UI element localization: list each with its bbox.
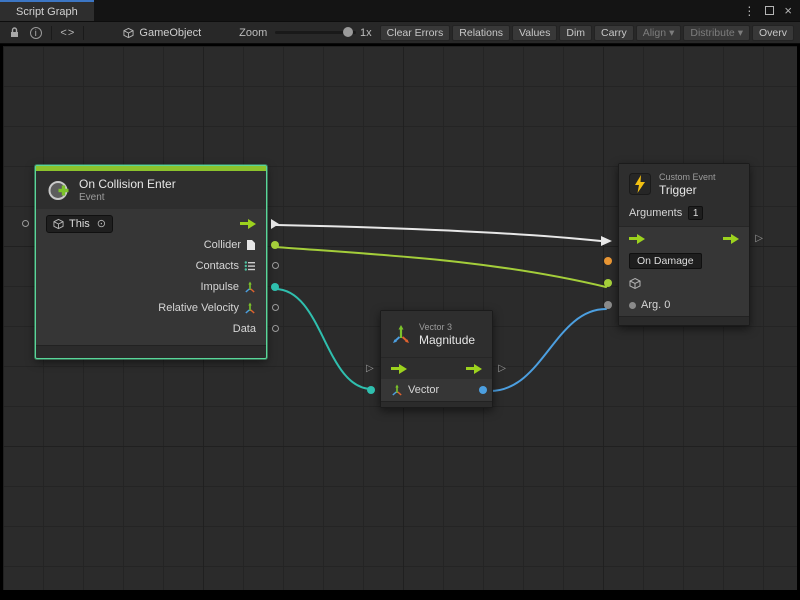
distribute-button[interactable]: Distribute ▾ [683,25,750,41]
gameobject-label: GameObject [139,27,201,39]
event-plus-icon [46,178,71,203]
wire-magnitude-blue[interactable] [490,309,606,391]
flow-in-arrow-icon [629,234,645,244]
port-flow-out[interactable]: ▷ [498,363,506,374]
vector-input-label: Vector [408,384,439,396]
tab-script-graph[interactable]: Script Graph [0,0,94,21]
graph-toolbar: i <> GameObject Zoom 1x Clear Errors Rel… [0,22,800,44]
arguments-label: Arguments [629,207,682,219]
target-value: This [69,218,90,230]
node-on-collision-enter[interactable]: On Collision Enter Event This ⊙ [35,165,267,359]
target-dropdown[interactable]: This ⊙ [46,215,113,233]
lock-button[interactable] [4,24,25,42]
port-magnitude-out[interactable] [479,386,487,394]
edit-script-button[interactable]: <> [57,24,78,42]
tab-bar: Script Graph ⋮ × [0,0,800,22]
port-impulse-out[interactable] [271,283,279,291]
port-target-in[interactable] [22,220,29,227]
chevron-down-icon: ▾ [669,27,674,39]
close-icon[interactable]: × [784,3,792,18]
node-magnitude[interactable]: Vector 3 Magnitude ▷ ▷ Vector [380,310,493,408]
code-icon: <> [60,27,75,39]
overview-button[interactable]: Overv [752,25,794,41]
port-flow-in[interactable]: ▷ [366,363,374,374]
dim-button[interactable]: Dim [559,25,592,41]
port-flow-out[interactable]: ▷ [755,233,763,244]
toolbar-separator [51,26,52,40]
tab-title: Script Graph [16,6,78,18]
tab-bar-spacer [94,0,736,21]
gameobject-cube-icon [629,277,641,290]
node-title: On Collision Enter [79,177,176,191]
collider-doc-icon [246,239,256,251]
arg0-label: Arg. 0 [641,299,670,311]
flow-out-arrow-icon [240,219,256,229]
port-flow-out[interactable] [271,219,279,229]
wire-collider-green[interactable] [275,247,606,287]
flow-out-arrow-icon [466,364,482,374]
wire-flow-arrowhead [601,236,612,246]
chevron-down-icon: ▾ [738,27,743,39]
graph-canvas[interactable]: On Collision Enter Event This ⊙ [0,44,800,600]
values-button[interactable]: Values [512,25,557,41]
align-button[interactable]: Align ▾ [636,25,682,41]
wire-impulse-teal[interactable] [275,289,372,389]
window-menu-icon[interactable]: ⋮ [743,4,755,18]
vector3-icon [244,302,256,314]
vector3-icon [391,384,403,396]
zoom-slider-handle[interactable] [343,27,353,37]
unity-window: Script Graph ⋮ × i <> GameObject [0,0,800,600]
port-relative-velocity-out[interactable] [272,304,279,311]
port-contacts-out[interactable] [272,262,279,269]
wire-flow-white[interactable] [276,225,601,241]
node-trigger-custom-event[interactable]: Custom Event Trigger Arguments 1 ▷ On Da… [618,163,750,326]
lock-icon [8,26,21,39]
node-footer [36,345,266,358]
port-target-in[interactable] [604,279,612,287]
maximize-icon[interactable] [765,6,774,15]
zoom-label: Zoom [239,27,267,39]
node-category: Custom Event [659,172,716,182]
info-button[interactable]: i [25,24,46,42]
zoom-value: 1x [360,27,372,39]
gameobject-icon [123,27,134,39]
carry-button[interactable]: Carry [594,25,634,41]
vector3-icon [244,281,256,293]
event-name-field[interactable]: On Damage [629,253,702,269]
flow-out-arrow-icon [723,234,739,244]
gameobject-selector[interactable]: GameObject [123,27,201,39]
gameobject-cube-icon [53,218,64,230]
port-data-out[interactable] [272,325,279,332]
custom-event-bolt-icon [629,173,651,195]
flow-in-arrow-icon [391,364,407,374]
zoom-slider[interactable] [275,31,356,34]
toolbar-separator [83,26,84,40]
node-title: Magnitude [419,333,475,347]
node-footer [619,316,749,325]
info-icon: i [30,27,42,39]
port-collider-out[interactable] [271,241,279,249]
clear-errors-button[interactable]: Clear Errors [380,25,451,41]
port-event-name-in[interactable] [604,257,612,265]
arg0-type-icon [629,302,636,309]
arguments-count-field[interactable]: 1 [688,206,703,220]
node-subtitle: Event [79,192,176,203]
relations-button[interactable]: Relations [452,25,510,41]
vector3-icon [391,324,411,344]
node-title: Trigger [659,183,716,197]
contacts-list-icon [244,260,256,272]
node-footer [381,401,492,407]
object-picker-icon: ⊙ [97,217,106,230]
node-category: Vector 3 [419,322,475,332]
port-arg0-in[interactable] [604,301,612,309]
port-vector-in[interactable] [367,386,375,394]
